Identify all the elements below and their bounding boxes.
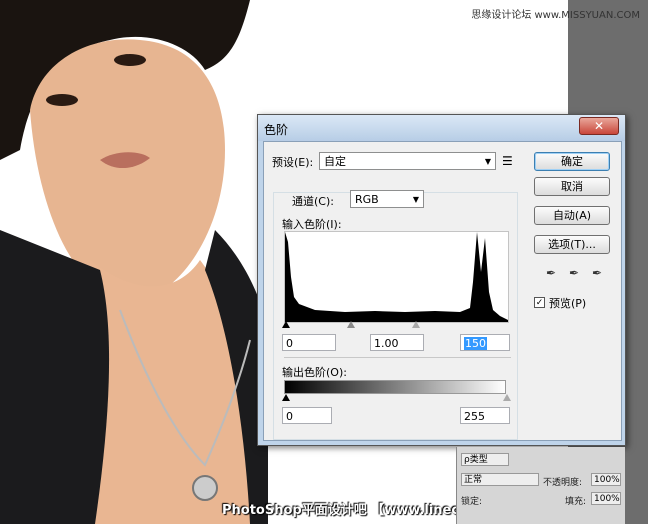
output-gradient-bar [284,380,506,394]
input-gamma-field[interactable]: 1.00 [370,334,424,351]
output-black-field[interactable]: 0 [282,407,332,424]
list-icon[interactable]: ☰ [502,154,513,168]
layer-kind-filter[interactable]: ρ类型 [461,453,509,466]
histogram-graph [285,232,508,322]
input-black-slider[interactable] [282,321,290,328]
cancel-button[interactable]: 取消 [534,177,610,196]
output-black-slider[interactable] [282,394,290,401]
channel-label: 通道(C): [292,195,334,208]
close-button[interactable]: ✕ [579,117,619,135]
preview-label: 预览(P) [549,297,587,310]
output-white-field[interactable]: 255 [460,407,510,424]
input-white-value: 150 [464,337,487,350]
options-button[interactable]: 选项(T)... [534,235,610,254]
fill-field[interactable]: 100% [591,492,621,505]
output-white-slider[interactable] [503,394,511,401]
chevron-down-icon: ▼ [412,195,419,204]
chevron-down-icon: ▼ [484,157,491,166]
dialog-body: 预设(E): 自定 ▼ ☰ 通道(C): RGB ▼ 输入色阶(I): 0 1.… [263,141,622,441]
layers-panel: ρ类型 正常 不透明度: 100% 锁定: 填充: 100% [456,447,625,524]
watermark-top: 思缘设计论坛 www.MISSYUAN.COM [471,10,640,21]
blend-mode-select[interactable]: 正常 [461,473,539,486]
input-black-field[interactable]: 0 [282,334,336,351]
opacity-label: 不透明度: [543,478,583,488]
auto-button[interactable]: 自动(A) [534,206,610,225]
channel-value: RGB [355,193,379,206]
opacity-field[interactable]: 100% [591,473,621,486]
histogram [284,231,509,323]
preset-value: 自定 [324,155,346,168]
input-white-field[interactable]: 150 [460,334,510,351]
dialog-title: 色阶 [264,123,289,137]
ok-button[interactable]: 确定 [534,152,610,171]
black-eyedropper-icon[interactable]: ✒ [544,266,558,280]
levels-dialog: 色阶 ✕ 预设(E): 自定 ▼ ☰ 通道(C): RGB ▼ 输入色阶(I):… [257,114,626,446]
channel-select[interactable]: RGB ▼ [350,190,424,208]
white-eyedropper-icon[interactable]: ✒ [590,266,604,280]
preset-label: 预设(E): [272,156,314,169]
input-levels-label: 输入色阶(I): [282,218,342,231]
input-white-slider[interactable] [412,321,420,328]
fill-label: 填充: [565,497,587,507]
dialog-titlebar[interactable]: 色阶 ✕ [258,115,625,141]
lock-label: 锁定: [461,497,483,507]
output-levels-label: 输出色阶(O): [282,366,347,379]
preset-select[interactable]: 自定 ▼ [319,152,496,170]
input-gamma-slider[interactable] [347,321,355,328]
gray-eyedropper-icon[interactable]: ✒ [567,266,581,280]
preview-checkbox[interactable]: ✓ [534,297,545,308]
separator [284,357,511,358]
